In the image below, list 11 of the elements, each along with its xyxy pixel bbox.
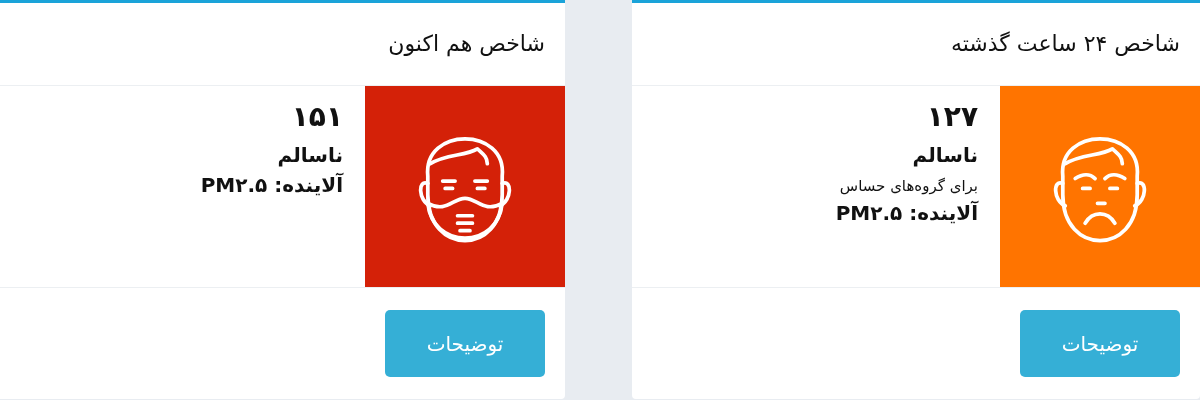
pollutant-text: آلاینده: PM۲.۵ bbox=[835, 200, 978, 225]
index-value: ۱۵۱ bbox=[291, 99, 343, 133]
status-note: برای گروه‌های حساس bbox=[839, 176, 978, 195]
index-value: ۱۲۷ bbox=[926, 99, 978, 133]
details-button[interactable]: توضیحات bbox=[1020, 310, 1180, 377]
status-text: ناسالم bbox=[912, 142, 978, 167]
card-title: شاخص ۲۴ ساعت گذشته bbox=[950, 31, 1180, 57]
status-text: ناسالم bbox=[277, 142, 343, 167]
card-title: شاخص هم اکنون bbox=[388, 31, 545, 57]
pollutant-text: آلاینده: PM۲.۵ bbox=[200, 172, 343, 197]
details-button[interactable]: توضیحات bbox=[385, 310, 545, 377]
